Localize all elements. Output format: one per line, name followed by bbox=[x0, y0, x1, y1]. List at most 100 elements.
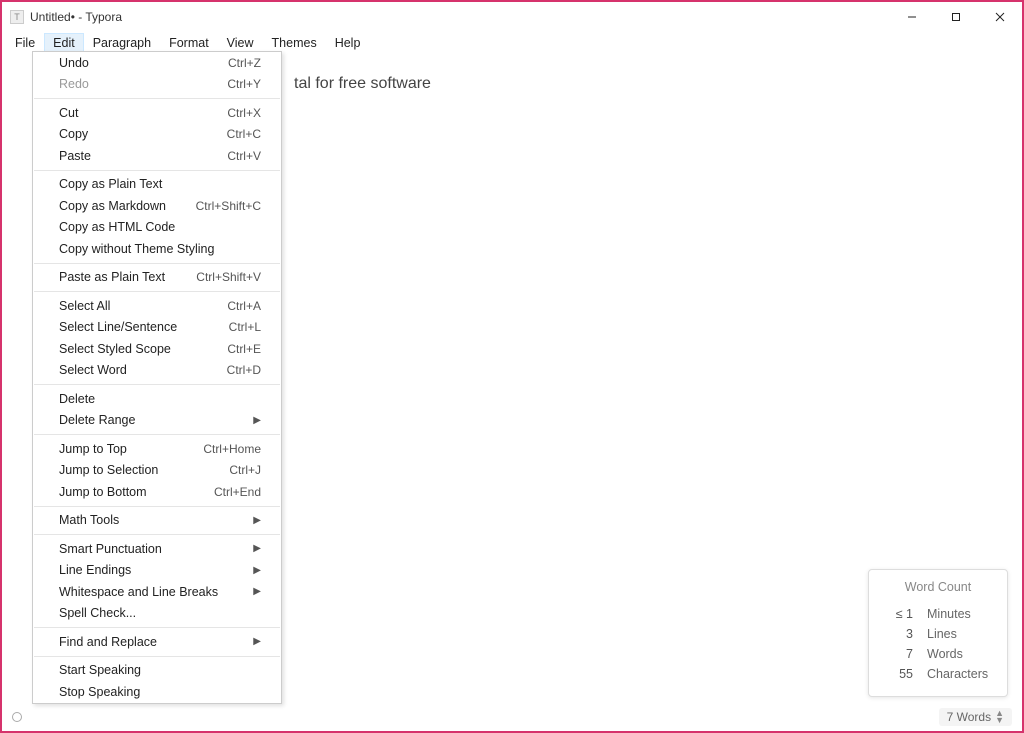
menuitem-jump-to-top[interactable]: Jump to Top Ctrl+Home bbox=[33, 438, 281, 460]
menuitem-shortcut: Ctrl+Y bbox=[227, 77, 261, 91]
word-count-popup: Word Count ≤ 1 Minutes 3 Lines7Words55Chara… bbox=[868, 569, 1008, 697]
menu-separator bbox=[34, 170, 280, 171]
menu-view[interactable]: View bbox=[218, 33, 263, 53]
menuitem-undo[interactable]: Undo Ctrl+Z bbox=[33, 52, 281, 74]
menuitem-label: Jump to Bottom bbox=[59, 485, 147, 499]
menuitem-shortcut: Ctrl+J bbox=[229, 463, 261, 477]
menuitem-paste[interactable]: Paste Ctrl+V bbox=[33, 145, 281, 167]
menuitem-math-tools[interactable]: Math Tools ▶ bbox=[33, 510, 281, 532]
word-count-value: ≤ 1 bbox=[883, 604, 913, 624]
menuitem-shortcut: Ctrl+V bbox=[227, 149, 261, 163]
word-count-popup-title: Word Count bbox=[883, 580, 993, 594]
menuitem-label: Delete Range bbox=[59, 413, 135, 427]
menuitem-select-all[interactable]: Select All Ctrl+A bbox=[33, 295, 281, 317]
menuitem-shortcut: Ctrl+E bbox=[227, 342, 261, 356]
menuitem-shortcut: Ctrl+Z bbox=[228, 56, 261, 70]
menuitem-smart-punctuation[interactable]: Smart Punctuation▶ bbox=[33, 538, 281, 560]
word-count-label: Lines bbox=[927, 624, 957, 644]
close-button[interactable] bbox=[978, 3, 1022, 31]
menuitem-select-line-sentence[interactable]: Select Line/Sentence Ctrl+L bbox=[33, 317, 281, 339]
menuitem-select-word[interactable]: Select WordCtrl+D bbox=[33, 360, 281, 382]
chevron-right-icon: ▶ bbox=[253, 586, 261, 597]
menuitem-copy-as-markdown[interactable]: Copy as MarkdownCtrl+Shift+C bbox=[33, 195, 281, 217]
menuitem-label: Redo bbox=[59, 77, 89, 91]
menuitem-stop-speaking[interactable]: Stop Speaking bbox=[33, 681, 281, 703]
menuitem-label: Select Line/Sentence bbox=[59, 320, 177, 334]
menuitem-label: Jump to Top bbox=[59, 442, 127, 456]
menu-edit[interactable]: Edit bbox=[44, 33, 84, 53]
menuitem-select-styled-scope[interactable]: Select Styled Scope Ctrl+E bbox=[33, 338, 281, 360]
menuitem-label: Undo bbox=[59, 56, 89, 70]
menuitem-shortcut: Ctrl+End bbox=[214, 485, 261, 499]
menuitem-label: Start Speaking bbox=[59, 663, 141, 677]
menu-format[interactable]: Format bbox=[160, 33, 218, 53]
menuitem-delete[interactable]: Delete bbox=[33, 388, 281, 410]
word-count-label: Words bbox=[927, 644, 963, 664]
menu-separator bbox=[34, 434, 280, 435]
menuitem-jump-to-selection[interactable]: Jump to Selection Ctrl+J bbox=[33, 460, 281, 482]
menuitem-label: Stop Speaking bbox=[59, 685, 140, 699]
word-count-row-characters: 55Characters bbox=[883, 664, 993, 684]
menuitem-jump-to-bottom[interactable]: Jump to Bottom Ctrl+End bbox=[33, 481, 281, 503]
titlebar-left: T Untitled• - Typora bbox=[10, 10, 122, 24]
menuitem-label: Math Tools bbox=[59, 513, 119, 527]
status-left bbox=[12, 712, 22, 722]
menu-separator bbox=[34, 656, 280, 657]
window-title: Untitled• - Typora bbox=[30, 10, 122, 24]
sidebar-toggle-icon[interactable] bbox=[12, 712, 22, 722]
menuitem-label: Line Endings bbox=[59, 563, 131, 577]
menuitem-label: Select All bbox=[59, 299, 110, 313]
menuitem-whitespace-and-line-breaks[interactable]: Whitespace and Line Breaks ▶ bbox=[33, 581, 281, 603]
word-count-value: 3 bbox=[883, 624, 913, 644]
menuitem-copy[interactable]: Copy Ctrl+C bbox=[33, 124, 281, 146]
word-count-value: 55 bbox=[883, 664, 913, 684]
statusbar: 7 Words ▲▼ bbox=[4, 705, 1020, 729]
menu-separator bbox=[34, 291, 280, 292]
app-icon: T bbox=[10, 10, 24, 24]
menuitem-label: Copy bbox=[59, 127, 88, 141]
updown-icon: ▲▼ bbox=[995, 710, 1004, 724]
menuitem-shortcut: Ctrl+C bbox=[227, 127, 261, 141]
chevron-right-icon: ▶ bbox=[253, 415, 261, 426]
menuitem-label: Smart Punctuation bbox=[59, 542, 162, 556]
menuitem-copy-as-plain-text[interactable]: Copy as Plain Text bbox=[33, 174, 281, 196]
menuitem-start-speaking[interactable]: Start Speaking bbox=[33, 660, 281, 682]
edit-menu-dropdown: Undo Ctrl+Z Redo Ctrl+Y CutCtrl+X Copy Ctrl+C P… bbox=[32, 51, 282, 704]
titlebar: T Untitled• - Typora bbox=[2, 2, 1022, 32]
menu-paragraph[interactable]: Paragraph bbox=[84, 33, 160, 53]
menuitem-line-endings[interactable]: Line Endings▶ bbox=[33, 560, 281, 582]
menuitem-spell-check[interactable]: Spell Check... bbox=[33, 603, 281, 625]
maximize-button[interactable] bbox=[934, 3, 978, 31]
menuitem-copy-as-html-code[interactable]: Copy as HTML Code bbox=[33, 217, 281, 239]
menuitem-label: Select Styled Scope bbox=[59, 342, 171, 356]
window-controls bbox=[890, 3, 1022, 31]
menuitem-shortcut: Ctrl+X bbox=[227, 106, 261, 120]
menu-help[interactable]: Help bbox=[326, 33, 370, 53]
menu-separator bbox=[34, 534, 280, 535]
word-count-row-words: 7Words bbox=[883, 644, 993, 664]
menu-file[interactable]: File bbox=[6, 33, 44, 53]
chevron-right-icon: ▶ bbox=[253, 515, 261, 526]
menuitem-find-and-replace[interactable]: Find and Replace▶ bbox=[33, 631, 281, 653]
minimize-button[interactable] bbox=[890, 3, 934, 31]
menu-separator bbox=[34, 506, 280, 507]
menuitem-label: Copy as Plain Text bbox=[59, 177, 162, 191]
menuitem-label: Jump to Selection bbox=[59, 463, 158, 477]
menuitem-label: Paste as Plain Text bbox=[59, 270, 165, 284]
menuitem-shortcut: Ctrl+A bbox=[227, 299, 261, 313]
menuitem-cut[interactable]: CutCtrl+X bbox=[33, 102, 281, 124]
menu-separator bbox=[34, 627, 280, 628]
menuitem-shortcut: Ctrl+L bbox=[229, 320, 261, 334]
menu-themes[interactable]: Themes bbox=[263, 33, 326, 53]
word-count-label: Minutes bbox=[927, 604, 971, 624]
menu-separator bbox=[34, 263, 280, 264]
menuitem-delete-range[interactable]: Delete Range ▶ bbox=[33, 410, 281, 432]
menuitem-shortcut: Ctrl+Home bbox=[203, 442, 261, 456]
menuitem-shortcut: Ctrl+D bbox=[227, 363, 261, 377]
menuitem-label: Paste bbox=[59, 149, 91, 163]
menuitem-paste-as-plain-text[interactable]: Paste as Plain TextCtrl+Shift+V bbox=[33, 267, 281, 289]
menuitem-copy-without-theme-styling[interactable]: Copy without Theme Styling bbox=[33, 238, 281, 260]
word-count-status[interactable]: 7 Words ▲▼ bbox=[939, 708, 1012, 726]
menuitem-label: Whitespace and Line Breaks bbox=[59, 585, 218, 599]
menuitem-label: Find and Replace bbox=[59, 635, 157, 649]
